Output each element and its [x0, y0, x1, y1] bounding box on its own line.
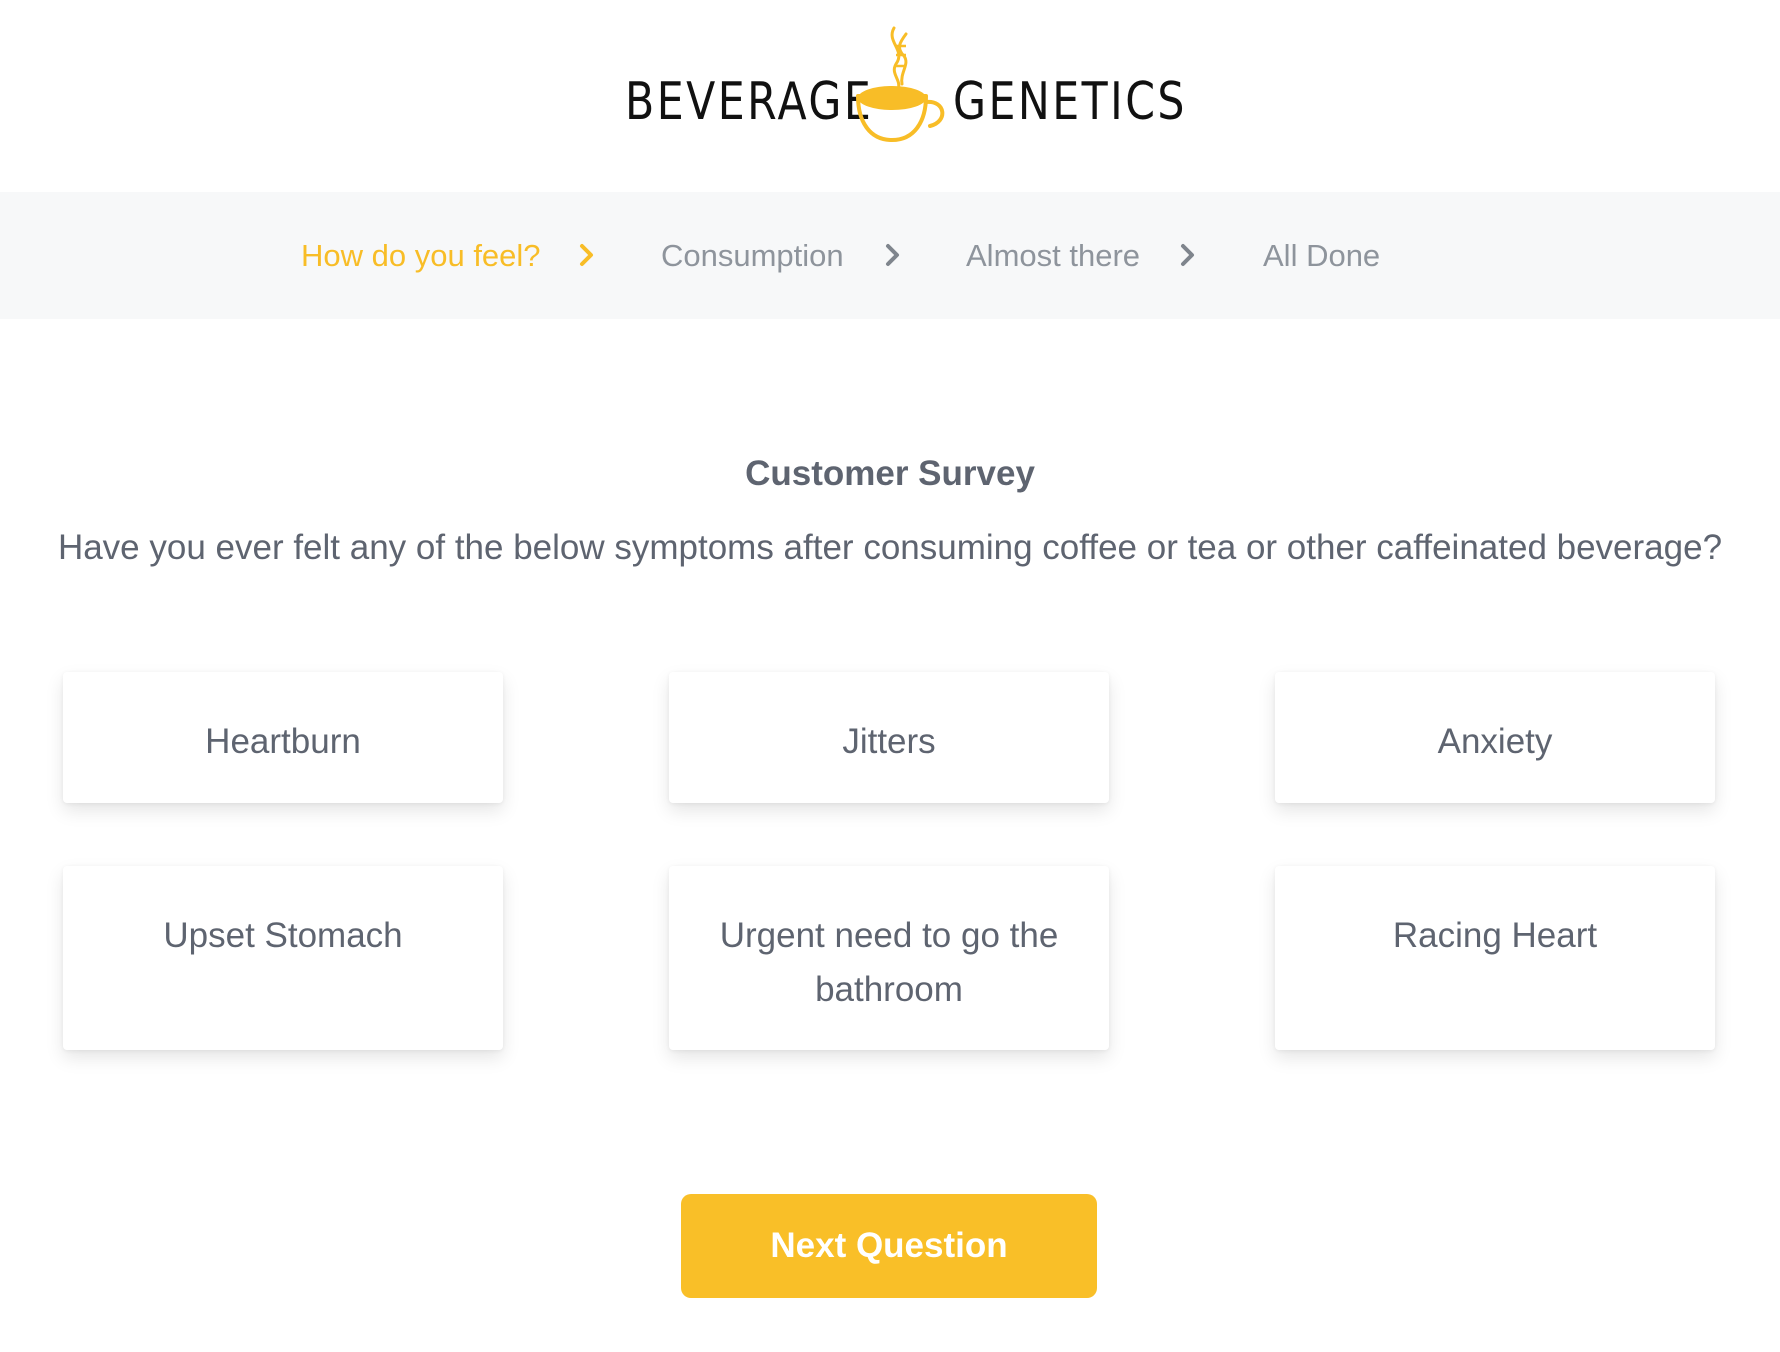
chevron-right-icon [1181, 244, 1194, 266]
site-header: BEVERAGE GENETICS [0, 0, 1780, 192]
step-consumption[interactable]: Consumption [661, 192, 844, 319]
step-all-done[interactable]: All Done [1263, 192, 1380, 319]
option-heartburn[interactable]: Heartburn [63, 672, 503, 803]
option-anxiety[interactable]: Anxiety [1275, 672, 1715, 803]
step-almost-there[interactable]: Almost there [966, 192, 1140, 319]
option-racing-heart[interactable]: Racing Heart [1275, 866, 1715, 1050]
beverage-genetics-logo[interactable]: BEVERAGE GENETICS [0, 0, 1780, 192]
coffee-cup-dna-icon [856, 26, 945, 142]
chevron-right-icon [886, 244, 899, 266]
logo-text-right: GENETICS [953, 72, 1187, 132]
survey-title: Customer Survey [745, 454, 1035, 493]
option-jitters[interactable]: Jitters [669, 672, 1109, 803]
survey-page: BEVERAGE GENETICS How do you feel? Consu… [0, 0, 1780, 1352]
next-question-button[interactable]: Next Question [681, 1194, 1097, 1298]
step-how-do-you-feel[interactable]: How do you feel? [301, 192, 541, 319]
option-urgent-bathroom[interactable]: Urgent need to go the bathroom [669, 866, 1109, 1050]
chevron-right-icon [580, 244, 593, 266]
logo-text-left: BEVERAGE [625, 72, 874, 132]
option-upset-stomach[interactable]: Upset Stomach [63, 866, 503, 1050]
survey-question: Have you ever felt any of the below symp… [57, 528, 1723, 567]
progress-stepper: How do you feel? Consumption Almost ther… [0, 192, 1780, 319]
